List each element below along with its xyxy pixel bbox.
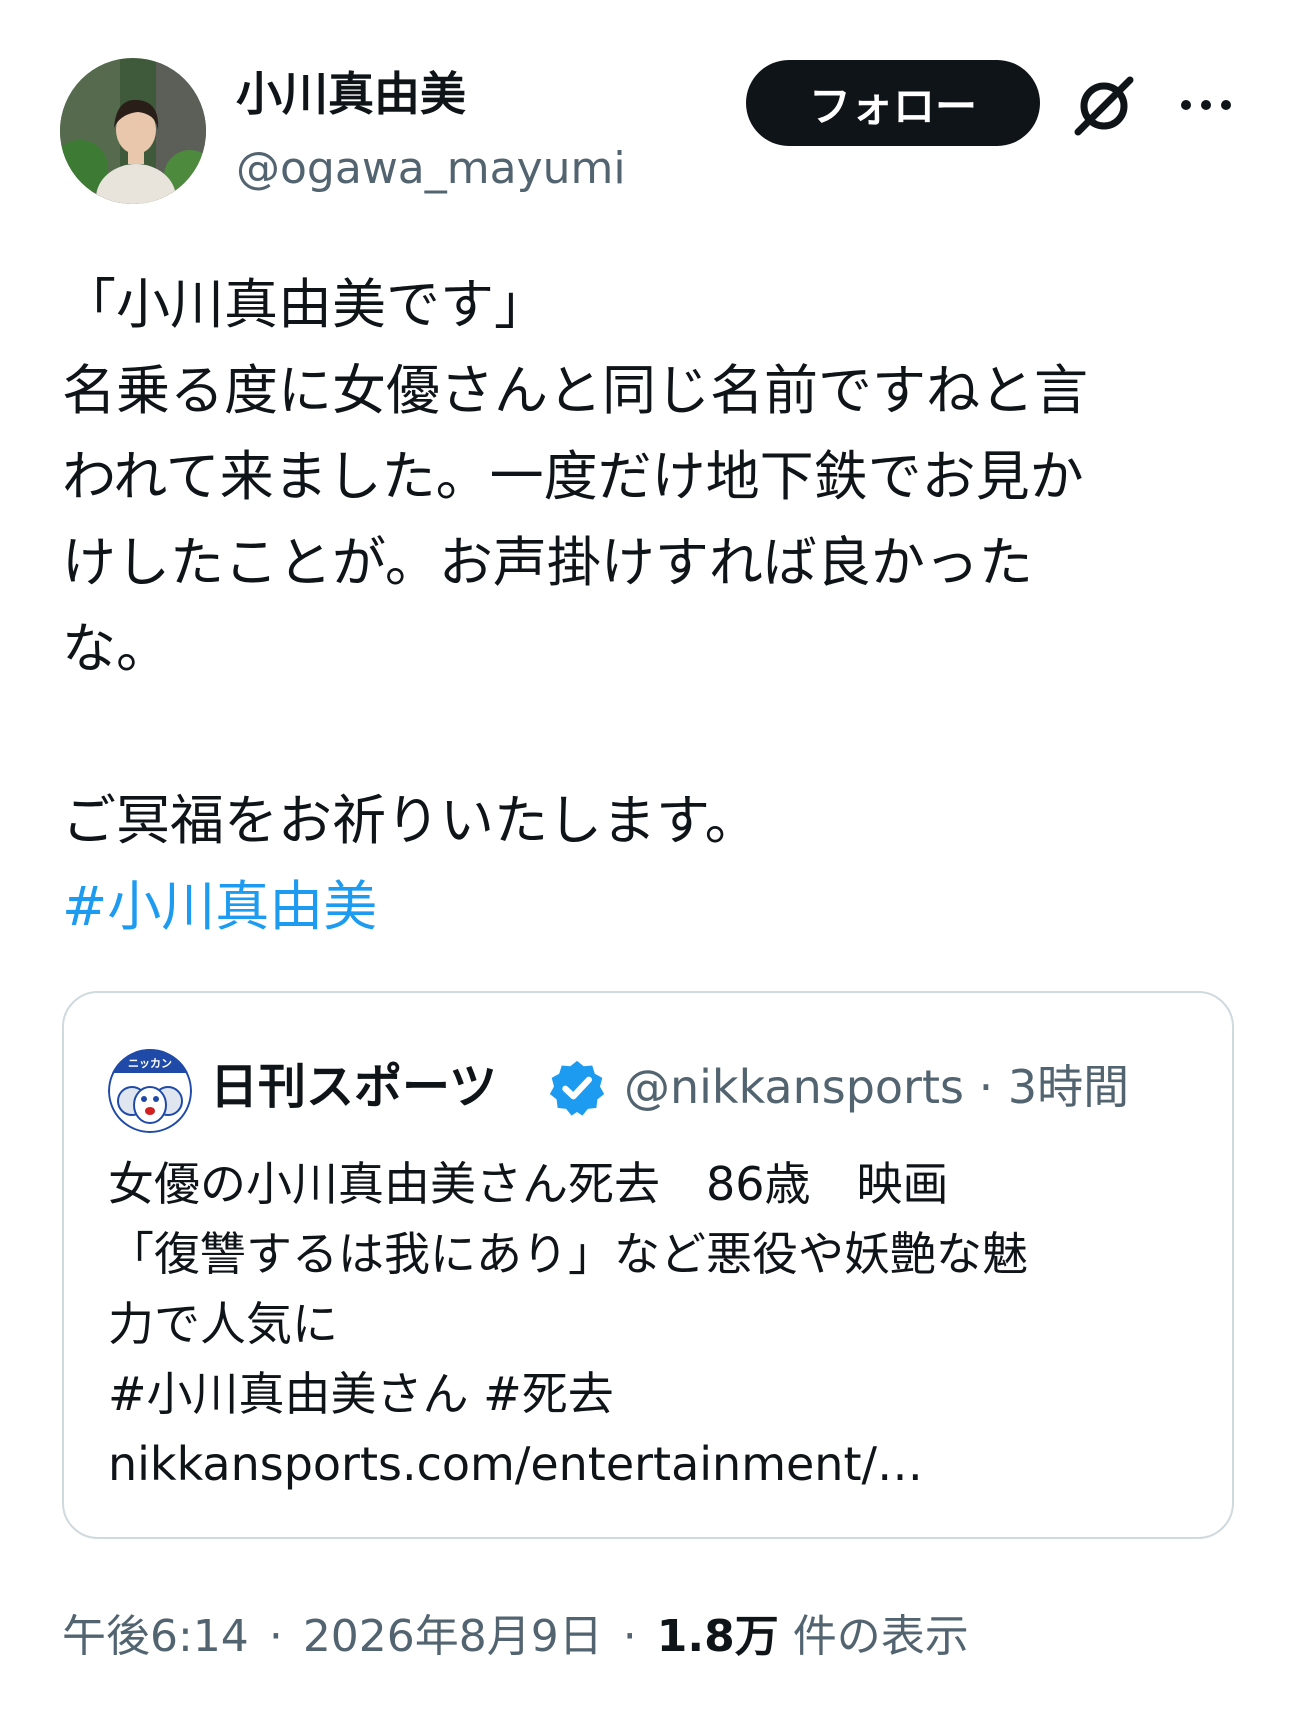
tweet-line: けしたことが。お声掛けすれば良かった	[62, 531, 1033, 594]
quoted-meta: @nikkansports · 3時間	[624, 1051, 1129, 1123]
views-label: 件の表示	[792, 1611, 969, 1662]
tweet-meta: 午後6:14 · 2026年8月9日 · 1.8万 件の表示	[62, 1604, 969, 1670]
follow-button[interactable]: フォロー	[746, 60, 1040, 146]
nikkan-logo[interactable]: ニッカン	[108, 1049, 192, 1133]
tweet-line: な。	[62, 617, 170, 680]
author-handle[interactable]: @ogawa_mayumi	[236, 140, 626, 198]
quoted-handle[interactable]: @nikkansports	[624, 1060, 964, 1114]
quoted-timestamp[interactable]: 3時間	[1008, 1060, 1129, 1114]
tweet-line: 名乗る度に女優さんと同じ名前ですねと言	[62, 359, 1088, 422]
post-time[interactable]: 午後6:14	[62, 1611, 249, 1662]
verified-badge-icon	[546, 1057, 608, 1119]
quoted-tweet-text: 女優の小川真由美さん死去 86歳 映画 「復讐するは我にあり」など悪役や妖艶な魅…	[108, 1149, 1208, 1499]
quoted-line: 力で人気に	[108, 1297, 338, 1351]
more-dots-icon[interactable]	[1178, 80, 1234, 130]
quoted-line: 「復讐するは我にあり」など悪役や妖艶な魅	[108, 1227, 1028, 1281]
tweet-line: われて来ました。一度だけ地下鉄でお見か	[62, 445, 1084, 508]
quoted-display-name[interactable]: 日刊スポーツ	[210, 1051, 497, 1123]
tweet: 小川真由美 @ogawa_mayumi フォロー 「小川真由美です」 名乗る度に…	[0, 0, 1300, 1729]
quoted-tweet-card[interactable]: ニッカン 日刊スポーツ @nikkansports · 3時間 女優の小川真由美…	[62, 991, 1234, 1539]
hashtag-link[interactable]: #小川真由美	[62, 875, 377, 938]
author-avatar[interactable]	[60, 58, 206, 204]
meta-separator: ·	[268, 1611, 283, 1662]
quoted-line: 女優の小川真由美さん死去 86歳 映画	[108, 1157, 949, 1211]
quoted-line: #小川真由美さん #死去	[108, 1367, 614, 1421]
meta-separator: ·	[622, 1611, 637, 1662]
grok-icon[interactable]	[1068, 70, 1140, 142]
post-date[interactable]: 2026年8月9日	[303, 1611, 603, 1662]
tweet-text: 「小川真由美です」 名乗る度に女優さんと同じ名前ですねと言 われて来ました。一度…	[62, 262, 1252, 950]
views-count[interactable]: 1.8万	[657, 1611, 779, 1662]
meta-separator: ·	[978, 1060, 994, 1114]
nikkan-logo-text: ニッカン	[128, 1057, 172, 1070]
quoted-line: nikkansports.com/entertainment/…	[108, 1437, 923, 1491]
tweet-line: ご冥福をお祈りいたします。	[62, 789, 759, 852]
author-display-name[interactable]: 小川真由美	[236, 64, 466, 124]
tweet-line: 「小川真由美です」	[62, 273, 548, 336]
